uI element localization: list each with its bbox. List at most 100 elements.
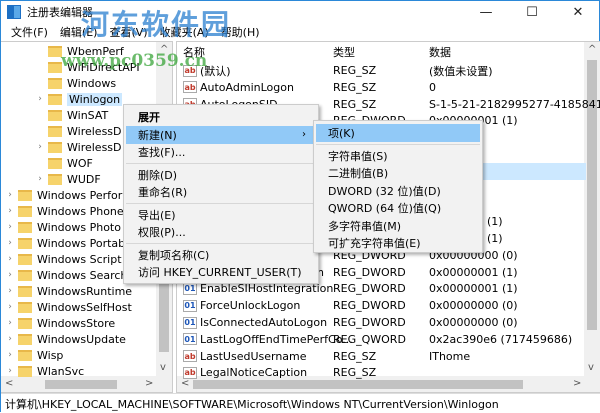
menu-3[interactable]: 收藏夹(A) xyxy=(154,24,215,40)
tree-item[interactable]: WOF xyxy=(35,155,93,171)
tree-item[interactable]: › Windows Phone xyxy=(5,203,124,219)
tree-item[interactable]: › WindowsStore xyxy=(5,315,115,331)
tree-item-label: WUDF xyxy=(67,172,101,186)
tree-item[interactable]: › WindowsUpdate xyxy=(5,331,126,347)
scroll-up-arrow[interactable]: ^ xyxy=(160,44,168,55)
menu-item[interactable]: 重命名(R) xyxy=(126,183,316,201)
tree-item[interactable]: › Wisp xyxy=(5,347,63,363)
tree-item[interactable]: › Windows Search xyxy=(5,267,127,283)
value-name: LastUsedUsername xyxy=(200,349,307,363)
expand-chevron-icon[interactable]: › xyxy=(5,350,15,360)
menu-item-label: 复制项名称(C) xyxy=(138,248,210,262)
menu-item[interactable]: DWORD (32 位)值(D) xyxy=(316,182,480,200)
folder-icon xyxy=(48,141,62,153)
maximize-button[interactable]: ☐ xyxy=(509,1,555,23)
regedit-app-icon xyxy=(7,5,21,19)
string-value-icon: ab xyxy=(183,350,197,363)
scroll-thumb[interactable] xyxy=(45,380,117,389)
value-row[interactable]: ab AutoAdminLogon REG_SZ 0 xyxy=(177,79,586,96)
expand-chevron-icon[interactable]: › xyxy=(35,142,45,152)
expand-chevron-icon[interactable]: › xyxy=(5,318,15,328)
menu-item[interactable]: 二进制值(B) xyxy=(316,164,480,182)
tree-item[interactable]: › Windows Portab xyxy=(5,235,125,251)
tree-item[interactable]: › Winlogon xyxy=(35,91,123,107)
scroll-down-arrow[interactable]: v xyxy=(588,362,594,373)
expand-chevron-icon[interactable]: › xyxy=(35,94,45,104)
value-row[interactable]: ab LastUsedUsername REG_SZ IThome xyxy=(177,348,586,365)
column-headers: 名称 类型 数据 xyxy=(177,42,600,62)
value-row[interactable]: ab LegalNoticeCaption REG_SZ xyxy=(177,364,586,381)
string-value-icon: ab xyxy=(183,366,197,379)
menu-item-label: 可扩充字符串值(E) xyxy=(328,237,421,250)
tree-item-label: WirelessD xyxy=(67,124,122,138)
tree-item[interactable]: › Windows Photo xyxy=(5,219,121,235)
close-button[interactable]: ✕ xyxy=(555,1,600,23)
menu-item[interactable]: 复制项名称(C) xyxy=(126,246,316,264)
expand-chevron-icon[interactable]: › xyxy=(5,222,15,232)
menu-2[interactable]: 查看(V) xyxy=(103,24,153,40)
expand-chevron-icon[interactable]: › xyxy=(5,302,15,312)
menu-item[interactable]: 查找(F)... xyxy=(126,143,316,161)
expand-chevron-icon[interactable]: › xyxy=(5,334,15,344)
tree-item[interactable]: WbemPerf xyxy=(35,43,124,59)
tree-item[interactable]: WiFiDirectAPI xyxy=(35,59,140,75)
column-header-type[interactable]: 类型 xyxy=(333,44,355,60)
menu-item-label: 访问 HKEY_CURRENT_USER(T) xyxy=(138,266,302,279)
value-row[interactable]: 01 LastLogOffEndTimePerfCo... REG_QWORD 0x2… xyxy=(177,331,586,348)
column-header-name[interactable]: 名称 xyxy=(183,44,205,60)
menu-item[interactable]: 权限(P)... xyxy=(126,223,316,241)
menu-item[interactable]: 字符串值(S) xyxy=(316,147,480,165)
menu-item[interactable]: 导出(E) xyxy=(126,206,316,224)
expand-chevron-icon[interactable]: › xyxy=(5,366,15,376)
column-header-data[interactable]: 数据 xyxy=(429,44,451,60)
chevron-right-icon: › xyxy=(302,129,306,140)
tree-item[interactable]: › WindowsSelfHost xyxy=(5,299,132,315)
expand-chevron-icon[interactable]: › xyxy=(5,190,15,200)
menu-4[interactable]: 帮助(H) xyxy=(215,24,266,40)
tree-item[interactable]: › WindowsRuntime xyxy=(5,283,132,299)
tree-item[interactable]: › WirelessD xyxy=(35,139,121,155)
tree-item[interactable]: Windows xyxy=(35,75,116,91)
tree-item[interactable]: › Windows Script xyxy=(5,251,121,267)
value-row[interactable]: 01 IsConnectedAutoLogon REG_DWORD 0x0000000… xyxy=(177,314,586,331)
scroll-up-arrow[interactable]: ^ xyxy=(588,44,596,55)
menu-item[interactable]: 可扩充字符串值(E) xyxy=(316,234,480,252)
menu-item-label: 导出(E) xyxy=(138,208,176,222)
tree-item[interactable]: › WlanSvc xyxy=(5,363,84,379)
expand-chevron-icon[interactable]: › xyxy=(5,206,15,216)
values-vertical-scrollbar[interactable]: ^ v xyxy=(584,42,600,392)
tree-item-label: Windows Search xyxy=(37,268,128,282)
expand-chevron-icon[interactable]: › xyxy=(35,174,45,184)
scroll-right-arrow[interactable]: > xyxy=(145,378,153,389)
expand-chevron-icon[interactable]: › xyxy=(5,238,15,248)
menu-item[interactable]: 多字符串值(M) xyxy=(316,217,480,235)
value-row[interactable]: ab (默认) REG_SZ (数值未设置) xyxy=(177,62,586,79)
menu-1[interactable]: 编辑(E) xyxy=(54,24,104,40)
value-name: ForceUnlockLogon xyxy=(200,299,301,313)
expand-chevron-icon[interactable]: › xyxy=(5,286,15,296)
tree-item[interactable]: WirelessD xyxy=(35,123,122,139)
scroll-down-arrow[interactable]: v xyxy=(160,362,166,373)
value-type: REG_SZ xyxy=(333,97,377,111)
tree-item-label: WindowsSelfHost xyxy=(37,300,132,314)
menu-item[interactable]: 项(K) xyxy=(316,124,480,142)
expand-chevron-icon[interactable]: › xyxy=(5,270,15,280)
menu-0[interactable]: 文件(F) xyxy=(5,24,54,40)
tree-item[interactable]: › WUDF xyxy=(35,171,101,187)
menu-item[interactable]: 新建(N) › xyxy=(126,125,316,144)
value-data: (数值未设置) xyxy=(429,64,493,78)
minimize-button[interactable]: — xyxy=(463,1,509,23)
scroll-left-arrow[interactable]: < xyxy=(5,378,13,389)
menu-item[interactable]: QWORD (64 位)值(Q) xyxy=(316,199,480,217)
tree-item-label: WindowsStore xyxy=(37,316,116,330)
menu-item[interactable]: 展开 xyxy=(126,108,316,126)
value-name: LegalNoticeCaption xyxy=(200,366,308,380)
value-name: AutoAdminLogon xyxy=(200,80,294,94)
folder-icon xyxy=(48,77,62,89)
tree-item[interactable]: › Windows Perfor xyxy=(5,187,122,203)
menu-item[interactable]: 删除(D) xyxy=(126,166,316,184)
value-row[interactable]: 01 ForceUnlockLogon REG_DWORD 0x00000000 (0… xyxy=(177,297,586,314)
menu-item[interactable]: 访问 HKEY_CURRENT_USER(T) xyxy=(126,263,316,281)
expand-chevron-icon[interactable]: › xyxy=(5,254,15,264)
tree-item[interactable]: WinSAT xyxy=(35,107,108,123)
